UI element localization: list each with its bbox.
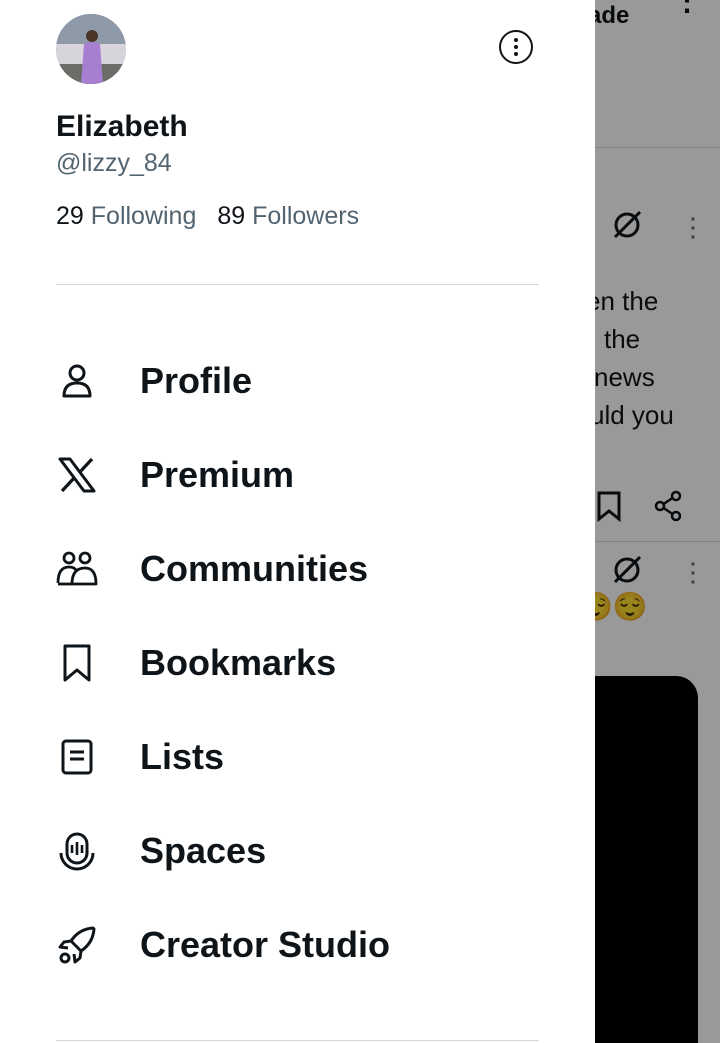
list-icon (56, 736, 98, 778)
followers-count: 89 (217, 202, 246, 230)
followers-link[interactable]: 89 Followers (217, 202, 359, 230)
x-logo-icon (56, 454, 98, 496)
menu-item-premium[interactable]: Premium (56, 445, 539, 505)
menu-item-label: Lists (140, 736, 225, 777)
following-label: Following (90, 202, 197, 230)
menu-item-label: Premium (140, 454, 295, 495)
followers-label: Followers (252, 202, 360, 230)
menu-item-label: Profile (140, 360, 253, 401)
divider (56, 284, 539, 285)
avatar-photo (56, 14, 126, 84)
following-link[interactable]: 29 Following (56, 202, 196, 230)
menu-item-spaces[interactable]: Spaces (56, 821, 539, 881)
dot (514, 45, 518, 49)
menu-item-label: Communities (140, 548, 369, 589)
menu-item-lists[interactable]: Lists (56, 727, 539, 787)
menu-item-label: Spaces (140, 830, 267, 871)
menu-item-communities[interactable]: Communities (56, 539, 539, 599)
menu-item-label: Bookmarks (140, 642, 337, 683)
menu-item-bookmarks[interactable]: Bookmarks (56, 633, 539, 693)
person-icon (56, 360, 98, 402)
navigation-drawer: Elizabeth @lizzy_84 29 Following 89 Foll… (0, 0, 595, 1043)
bookmark-icon (56, 642, 98, 684)
communities-icon (56, 548, 98, 590)
account-more-button[interactable] (499, 30, 533, 64)
profile-name: Elizabeth (56, 110, 188, 143)
profile-handle: @lizzy_84 (56, 149, 172, 177)
spaces-icon (56, 830, 98, 872)
divider (56, 1040, 539, 1041)
follow-stats: 29 Following 89 Followers (56, 202, 373, 231)
dot (514, 38, 518, 42)
menu-item-profile[interactable]: Profile (56, 351, 539, 411)
dot (514, 52, 518, 56)
menu-item-creator-studio[interactable]: Creator Studio (56, 915, 539, 975)
avatar[interactable] (56, 14, 126, 84)
rocket-icon (56, 924, 98, 966)
following-count: 29 (56, 202, 84, 230)
menu-item-label: Creator Studio (140, 924, 391, 965)
